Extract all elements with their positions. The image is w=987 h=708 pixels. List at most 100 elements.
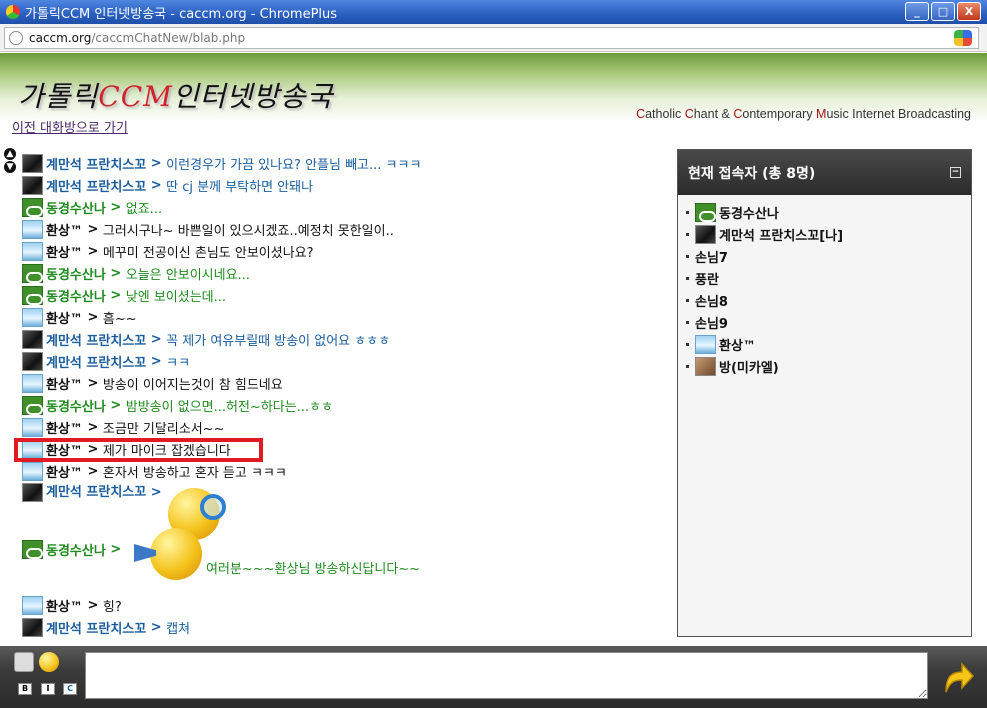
bullet-icon [686,254,689,258]
emote-message: 계만석 프란치스꼬 > [22,482,672,540]
message-separator: > [82,419,103,435]
avatar-icon [695,334,716,354]
message-nick[interactable]: 환상™ [46,242,83,261]
user-list-item[interactable]: 손님7 [686,245,971,267]
send-arrow-icon[interactable] [942,660,974,694]
message-nick[interactable]: 계만석 프란치스꼬 [46,330,146,349]
message-separator: > [105,397,126,413]
message-text: ㅋㅋ [166,355,191,371]
user-list-item[interactable]: 환상™ [686,333,971,355]
bullet-icon [686,276,689,280]
chat-message: 환상™ > 혼자서 방송하고 혼자 듣고 ㅋㅋㅋ [22,460,672,482]
chat-message: 계만석 프란치스꼬 > 꼭 제가 여유부릴때 방송이 없어요 ㅎㅎㅎ [22,328,672,350]
logo-text-pre: 가톨릭 [18,80,99,113]
user-list-icon[interactable] [14,652,34,672]
message-nick[interactable]: 환상™ [46,220,83,239]
message-separator: > [146,177,167,193]
message-nick[interactable]: 환상™ [46,462,83,481]
italic-button[interactable]: I [41,683,55,695]
user-list-item[interactable]: 방(미카엘) [686,355,971,377]
user-name: 풍란 [695,272,719,288]
message-nick[interactable]: 동경수산나 [46,198,106,217]
user-list-item[interactable]: 계만석 프란치스꼬[나] [686,223,971,245]
message-separator: > [105,541,126,557]
message-nick[interactable]: 환상™ [46,596,83,615]
chat-message: 환상™ > 힝? [22,594,672,616]
avatar-icon [22,483,43,502]
tagline-part: usic Internet Broadcasting [826,107,971,121]
message-separator: > [146,353,167,369]
avatar-icon [22,595,43,615]
bold-button[interactable]: B [18,683,32,695]
site-logo[interactable]: 가톨릭CCM인터넷방송국 [18,75,333,115]
previous-chatroom-link[interactable]: 이전 대화방으로 가기 [12,117,128,136]
message-text: 딴 cj 분께 부탁하면 안돼나 [166,179,314,195]
avatar-icon [695,202,716,222]
avatar-icon [22,461,43,481]
message-nick[interactable]: 동경수산나 [46,540,106,559]
user-name: 손님8 [695,294,728,310]
message-nick[interactable]: 동경수산나 [46,286,106,305]
chat-message: 환상™ > 방송이 이어지는것이 참 힘드네요 [22,372,672,394]
bullet-icon [686,298,689,302]
message-nick[interactable]: 환상™ [46,374,83,393]
avatar-icon [22,153,43,173]
user-name: 방(미카엘) [719,360,779,376]
message-text: 그러시구나~ 바쁜일이 있으시겠죠..예정치 못한일이.. [102,223,394,239]
message-nick[interactable]: 환상™ [46,418,83,437]
message-input[interactable] [85,652,928,699]
avatar-icon [22,351,43,371]
message-separator: > [82,309,103,325]
address-bar: caccm.org/caccmChatNew/blab.php [0,24,987,52]
tagline-part: M [816,107,827,121]
chat-log: 계만석 프란치스꼬 > 이런경우가 가끔 있나요? 안플님 빼고... ㅋㅋㅋ 계… [14,152,672,638]
user-name: 손님9 [695,316,728,332]
message-nick[interactable]: 계만석 프란치스꼬 [46,352,146,371]
chat-message: 계만석 프란치스꼬 > ㅋㅋ [22,350,672,372]
collapse-icon[interactable]: − [950,167,961,178]
message-nick[interactable]: 환상™ [46,308,83,327]
message-separator: > [146,619,167,635]
tagline-part: C [636,107,646,121]
chat-message: 환상™ > 흠~~ [22,306,672,328]
extension-icon[interactable] [954,29,972,46]
chat-input-bar: B I C [0,646,987,708]
url-host: caccm.org [29,30,92,45]
avatar-icon [22,329,43,349]
url-field[interactable]: caccm.org/caccmChatNew/blab.php [4,26,979,49]
message-separator: > [146,155,167,171]
user-list-item[interactable]: 동경수산나 [686,201,971,223]
message-nick[interactable]: 계만석 프란치스꼬 [46,482,146,504]
close-button[interactable]: X [957,2,981,21]
user-name: 계만석 프란치스꼬[나] [719,228,844,244]
message-text: 꼭 제가 여유부릴때 방송이 없어요 ㅎㅎㅎ [166,333,391,349]
chat-message: 동경수산나 > 없죠... [22,196,672,218]
message-nick[interactable]: 동경수산나 [46,264,106,283]
window-titlebar: 가톨릭CCM 인터넷방송국 - caccm.org - ChromePlus _… [0,0,987,24]
color-button[interactable]: C [63,683,77,695]
avatar-icon [695,224,716,244]
emoticon-icon[interactable] [39,652,59,672]
chat-message: 계만석 프란치스꼬 > 딴 cj 분께 부탁하면 안돼나 [22,174,672,196]
user-list-item[interactable]: 손님9 [686,311,971,333]
message-nick[interactable]: 계만석 프란치스꼬 [46,618,146,637]
chat-message: 환상™ > 메꾸미 전공이신 촌님도 안보이셨나요? [22,240,672,262]
chromeplus-icon [6,5,20,19]
logo-text-post: 인터넷방송국 [172,80,334,113]
message-text: 흠~~ [102,311,137,327]
user-list-item[interactable]: 손님8 [686,289,971,311]
user-list-item[interactable]: 풍란 [686,267,971,289]
bullet-icon [686,342,689,346]
message-text: 밤방송이 없으면...허전~하다는...ㅎㅎ [125,399,334,415]
scroll-up-icon[interactable]: ▲ [4,148,16,160]
message-text: 오늘은 안보이시네요... [125,267,250,283]
highlighted-message-box [14,438,263,462]
message-nick[interactable]: 동경수산나 [46,396,106,415]
maximize-button[interactable]: □ [931,2,955,21]
avatar-icon [695,356,716,376]
scroll-down-icon[interactable]: ▼ [4,161,16,173]
message-separator: > [82,375,103,391]
minimize-button[interactable]: _ [905,2,929,21]
message-nick[interactable]: 계만석 프란치스꼬 [46,154,146,173]
message-nick[interactable]: 계만석 프란치스꼬 [46,176,146,195]
